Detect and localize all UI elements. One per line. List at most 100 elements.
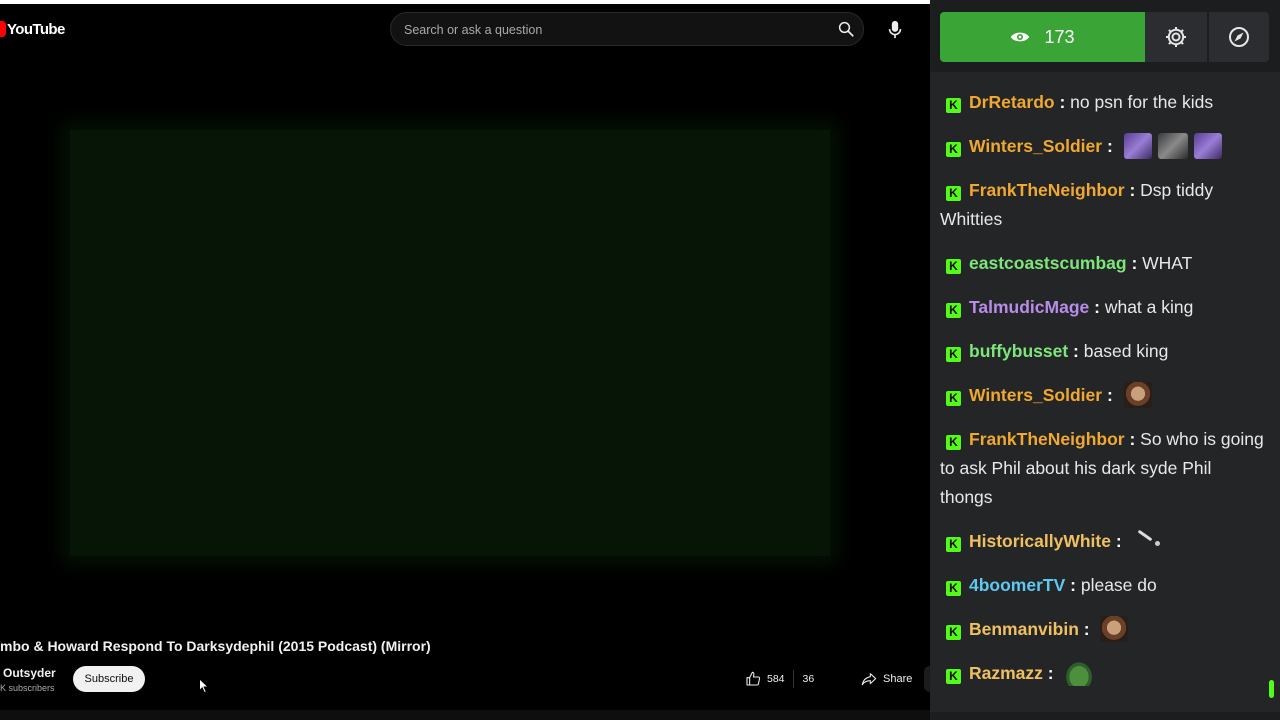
search-button[interactable] <box>833 16 859 42</box>
chat-message: K FrankTheNeighbor : Dsp tiddy Whitties <box>940 176 1266 249</box>
face-emote-icon <box>1123 382 1152 408</box>
purple-emote-icon <box>1123 133 1152 159</box>
chat-message: K DrRetardo : no psn for the kids <box>940 88 1266 132</box>
chat-separator: : <box>1068 341 1084 361</box>
chat-text: please do <box>1080 575 1157 595</box>
chat-message: Keastcoastscumbag : WHAT <box>940 249 1266 293</box>
chat-username[interactable]: DrRetardo <box>969 92 1055 112</box>
chat-separator: : <box>1124 429 1141 449</box>
like-dislike-group: 584 36 <box>733 666 839 692</box>
channel-name[interactable]: Outsyder <box>3 666 56 680</box>
compass-icon <box>1229 27 1249 47</box>
chat-separator: : <box>1102 385 1118 405</box>
youtube-logo-text: YouTube <box>7 20 65 38</box>
kick-badge-icon: K <box>946 581 961 596</box>
channel-subscriber-count: K subscribers <box>0 683 55 693</box>
chat-separator: : <box>1102 136 1118 156</box>
search-input[interactable] <box>402 13 816 47</box>
gear-icon <box>1166 27 1186 47</box>
chat-message: K Benmanvibin : <box>940 615 1266 659</box>
chat-text: what a king <box>1104 297 1194 317</box>
share-label: Share <box>883 673 913 685</box>
like-button[interactable]: 584 <box>733 666 793 692</box>
chat-username[interactable]: HistoricallyWhite <box>969 531 1111 551</box>
chat-message: Kbuffybusset : based king <box>940 337 1266 381</box>
video-player[interactable] <box>0 56 930 626</box>
like-count: 584 <box>767 673 785 685</box>
search-box <box>390 12 864 47</box>
chat-separator: : <box>1089 297 1105 317</box>
page-bottom-strip <box>0 710 930 720</box>
chat-popout-button[interactable] <box>1209 12 1269 62</box>
voice-search-button[interactable] <box>880 15 910 45</box>
kick-badge-icon: K <box>946 259 961 274</box>
chat-text: WHAT <box>1142 253 1193 273</box>
chat-separator: : <box>1054 92 1071 112</box>
chat-separator: : <box>1110 531 1127 551</box>
chat-bottom-strip <box>930 712 1280 720</box>
chat-text: based king <box>1083 341 1169 361</box>
frog-emote-icon <box>1064 660 1095 686</box>
chat-username[interactable]: Razmazz <box>969 663 1043 683</box>
chat-settings-button[interactable] <box>1145 12 1207 62</box>
chat-username[interactable]: Winters_Soldier <box>969 385 1102 405</box>
feather-emote-icon <box>1133 528 1163 554</box>
search-icon <box>838 21 854 37</box>
kick-badge-icon: K <box>946 303 961 318</box>
youtube-panel: YouTube mbo & Howard Respond To Darksyde… <box>0 0 930 720</box>
chat-separator: : <box>1078 619 1095 639</box>
youtube-logo[interactable]: YouTube <box>0 18 65 40</box>
chat-message-list: K DrRetardo : no psn for the kids K Winters… <box>940 88 1266 703</box>
purple-emote-icon <box>1193 133 1222 159</box>
chat-username[interactable]: eastcoastscumbag <box>969 253 1127 273</box>
viewer-count: 173 <box>1044 26 1075 47</box>
chat-message: K Winters_Soldier : <box>940 132 1266 176</box>
kick-badge-icon: K <box>946 142 961 157</box>
kick-badge-icon: K <box>946 98 961 113</box>
chat-username[interactable]: buffybusset <box>969 341 1068 361</box>
chat-separator: : <box>1126 253 1143 273</box>
chat-scrollbar[interactable] <box>1269 680 1274 698</box>
youtube-logo-icon <box>0 21 6 37</box>
video-title: mbo & Howard Respond To Darksydephil (20… <box>0 638 431 654</box>
grey-emote-icon <box>1157 133 1188 159</box>
chat-separator: : <box>1065 575 1081 595</box>
chat-toolbar: 173 <box>930 0 1280 72</box>
kick-badge-icon: K <box>946 625 961 640</box>
chat-username[interactable]: FrankTheNeighbor <box>969 429 1125 449</box>
chat-username[interactable]: Winters_Soldier <box>969 136 1102 156</box>
subscribe-button[interactable]: Subscribe <box>73 666 145 692</box>
chat-separator: : <box>1124 180 1141 200</box>
dislike-button[interactable]: 36 <box>794 673 815 685</box>
chat-message: K Winters_Soldier : <box>940 381 1266 425</box>
chat-message: K FrankTheNeighbor : So who is going to a… <box>940 425 1266 527</box>
thumbs-up-icon <box>746 671 761 686</box>
share-icon <box>861 673 877 686</box>
face-emote-icon <box>1100 616 1129 642</box>
chat-username[interactable]: FrankTheNeighbor <box>969 180 1125 200</box>
mouse-cursor-icon <box>199 678 210 694</box>
share-button[interactable]: Share <box>851 666 922 692</box>
dislike-count: 36 <box>802 673 815 685</box>
chat-separator: : <box>1042 663 1059 683</box>
chat-text: no psn for the kids <box>1070 92 1214 112</box>
kick-badge-icon: K <box>946 347 961 362</box>
chat-message: K HistoricallyWhite : <box>940 527 1266 571</box>
chat-username[interactable]: Benmanvibin <box>969 619 1079 639</box>
kick-badge-icon: K <box>946 186 961 201</box>
kick-badge-icon: K <box>946 435 961 450</box>
chat-message: K TalmudicMage : what a king <box>940 293 1266 337</box>
kick-badge-icon: K <box>946 669 961 684</box>
chat-username[interactable]: 4boomerTV <box>969 575 1065 595</box>
chat-message: K 4boomerTV : please do <box>940 571 1266 615</box>
youtube-header: YouTube <box>0 4 930 50</box>
video-frame[interactable] <box>70 130 830 556</box>
chat-username[interactable]: TalmudicMage <box>969 297 1089 317</box>
microphone-icon <box>888 20 902 39</box>
eye-icon <box>1011 32 1030 42</box>
chat-panel: 173 K DrRetardo : no psn for the kids K Win… <box>930 0 1280 720</box>
kick-badge-icon: K <box>946 537 961 552</box>
chat-message: K Razmazz : <box>940 659 1266 703</box>
viewer-count-badge: 173 <box>940 12 1145 62</box>
kick-badge-icon: K <box>946 391 961 406</box>
